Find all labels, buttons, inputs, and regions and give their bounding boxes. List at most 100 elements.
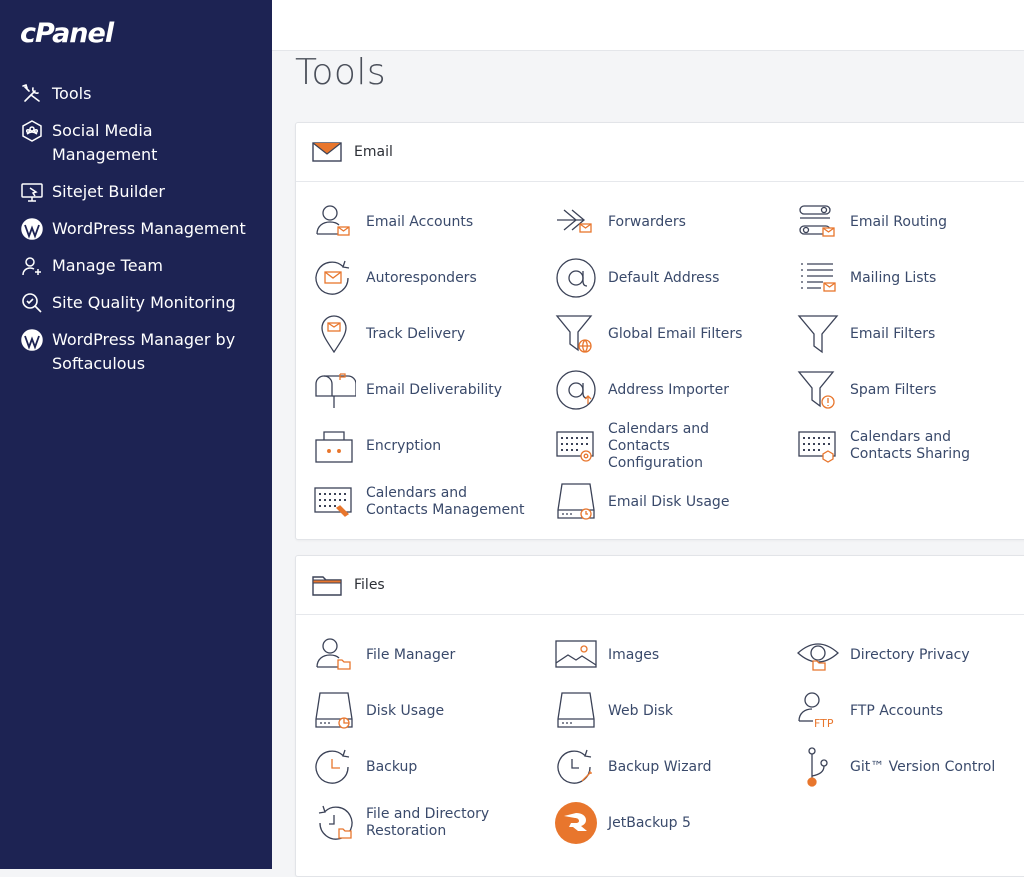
- tool-address-importer[interactable]: Address Importer: [554, 367, 768, 413]
- tool-calendars-contacts-management[interactable]: Calendars and Contacts Management: [312, 479, 526, 525]
- sidebar-item-label: WordPress Management: [52, 219, 246, 238]
- ftp-user-icon: FTP: [796, 689, 840, 733]
- sidebar-item-label: Tools: [52, 84, 92, 103]
- tool-label: Disk Usage: [366, 702, 445, 719]
- tool-label: Forwarders: [608, 213, 686, 230]
- tool-label: Directory Privacy: [850, 646, 970, 663]
- sidebar-item-social-media-management[interactable]: Social Media Management: [0, 119, 272, 167]
- tool-email-routing[interactable]: Email Routing: [796, 199, 1010, 245]
- files-panel-header[interactable]: Files: [296, 556, 1024, 615]
- sidebar-item-wordpress-manager-softaculous[interactable]: WordPress Manager by Softaculous: [0, 328, 272, 376]
- jetbackup-logo-icon: [554, 801, 598, 845]
- tool-file-manager[interactable]: File Manager: [312, 632, 526, 678]
- tool-label: Encryption: [366, 437, 442, 454]
- tool-email-filters[interactable]: Email Filters: [796, 311, 1010, 357]
- sidebar: cPanel Tools Social Media Management Sit…: [0, 0, 272, 869]
- at-import-icon: [554, 368, 598, 412]
- tool-label: Email Accounts: [366, 213, 474, 230]
- tool-label: Backup: [366, 758, 418, 775]
- tool-label: Images: [608, 646, 660, 663]
- image-icon: [554, 633, 598, 677]
- email-panel: Email Email Accounts Forwarders Email Ro…: [295, 122, 1024, 540]
- tool-label: Backup Wizard: [608, 758, 712, 775]
- tool-calendars-contacts-configuration[interactable]: Calendars and Contacts Configuration: [554, 420, 768, 471]
- tool-directory-privacy[interactable]: Directory Privacy: [796, 632, 1010, 678]
- sidebar-item-label: Manage Team: [52, 256, 163, 275]
- top-bar: [272, 0, 1024, 51]
- sidebar-item-tools[interactable]: Tools: [0, 82, 272, 106]
- sidebar-item-site-quality-monitoring[interactable]: Site Quality Monitoring: [0, 291, 272, 315]
- at-sign-icon: [554, 256, 598, 300]
- sidebar-item-sitejet-builder[interactable]: Sitejet Builder: [0, 180, 272, 204]
- tool-backup[interactable]: Backup: [312, 744, 526, 790]
- tool-autoresponders[interactable]: Autoresponders: [312, 255, 526, 301]
- tool-disk-usage[interactable]: Disk Usage: [312, 688, 526, 734]
- tool-label: JetBackup 5: [608, 814, 691, 831]
- tool-label: Calendars and Contacts Sharing: [850, 429, 970, 462]
- tool-encryption[interactable]: Encryption: [312, 423, 526, 469]
- wordpress-icon: [20, 217, 44, 241]
- git-branch-icon: [796, 745, 840, 789]
- tool-forwarders[interactable]: Forwarders: [554, 199, 768, 245]
- tool-file-directory-restoration[interactable]: File and Directory Restoration: [312, 800, 526, 846]
- sitejet-icon: [20, 180, 44, 204]
- tool-label: File and Directory Restoration: [366, 806, 490, 839]
- sidebar-item-label: WordPress Manager by Softaculous: [52, 330, 236, 373]
- file-manager-icon: [312, 633, 356, 677]
- tool-mailing-lists[interactable]: Mailing Lists: [796, 255, 1010, 301]
- tool-label: Mailing Lists: [850, 269, 937, 286]
- tool-git-version-control[interactable]: Git™ Version Control: [796, 744, 1010, 790]
- social-media-icon: [20, 119, 44, 143]
- tool-label: Calendars and Contacts Management: [366, 485, 525, 518]
- sidebar-item-label: Social Media Management: [52, 121, 158, 164]
- tool-label: Web Disk: [608, 702, 674, 719]
- calendar-share-icon: [796, 424, 840, 468]
- email-accounts-icon: [312, 200, 356, 244]
- tool-web-disk[interactable]: Web Disk: [554, 688, 768, 734]
- tool-label: File Manager: [366, 646, 456, 663]
- tool-label: Autoresponders: [366, 269, 477, 286]
- tool-backup-wizard[interactable]: Backup Wizard: [554, 744, 768, 790]
- backup-icon: [312, 745, 356, 789]
- envelope-icon: [312, 141, 342, 163]
- tool-ftp-accounts[interactable]: FTP FTP Accounts: [796, 688, 1010, 734]
- email-panel-header[interactable]: Email: [296, 123, 1024, 182]
- mailbox-icon: [312, 368, 356, 412]
- tool-label: Calendars and Contacts Configuration: [608, 420, 710, 471]
- panel-title: Files: [354, 577, 385, 593]
- cpanel-logo[interactable]: cPanel: [20, 18, 114, 49]
- tool-label: Email Routing: [850, 213, 947, 230]
- spam-filter-icon: [796, 368, 840, 412]
- tool-email-accounts[interactable]: Email Accounts: [312, 199, 526, 245]
- tool-label: Track Delivery: [366, 325, 466, 342]
- tool-email-disk-usage[interactable]: Email Disk Usage: [554, 479, 768, 525]
- tool-label: Spam Filters: [850, 381, 937, 398]
- tool-label: Email Deliverability: [366, 381, 503, 398]
- add-user-icon: [20, 254, 44, 278]
- tool-track-delivery[interactable]: Track Delivery: [312, 311, 526, 357]
- routing-icon: [796, 200, 840, 244]
- calendar-manage-icon: [312, 480, 356, 524]
- tool-global-email-filters[interactable]: Global Email Filters: [554, 311, 768, 357]
- backup-wizard-icon: [554, 745, 598, 789]
- tool-label: Email Filters: [850, 325, 936, 342]
- sidebar-item-wordpress-management[interactable]: WordPress Management: [0, 217, 272, 241]
- tool-email-deliverability[interactable]: Email Deliverability: [312, 367, 526, 413]
- eye-icon: [796, 633, 840, 677]
- magnifier-icon: [20, 291, 44, 315]
- panel-title: Email: [354, 144, 393, 160]
- sidebar-item-manage-team[interactable]: Manage Team: [0, 254, 272, 278]
- tool-jetbackup-5[interactable]: JetBackup 5: [554, 800, 768, 846]
- tool-spam-filters[interactable]: Spam Filters: [796, 367, 1010, 413]
- tool-calendars-contacts-sharing[interactable]: Calendars and Contacts Sharing: [796, 423, 1010, 469]
- wordpress-icon: [20, 328, 44, 352]
- mailing-list-icon: [796, 256, 840, 300]
- svg-text:FTP: FTP: [814, 717, 834, 730]
- tool-label: Git™ Version Control: [850, 758, 996, 775]
- map-pin-icon: [312, 312, 356, 356]
- tool-images[interactable]: Images: [554, 632, 768, 678]
- tool-default-address[interactable]: Default Address: [554, 255, 768, 301]
- tool-label: Global Email Filters: [608, 325, 743, 342]
- hard-drive-icon: [554, 689, 598, 733]
- restore-icon: [312, 801, 356, 845]
